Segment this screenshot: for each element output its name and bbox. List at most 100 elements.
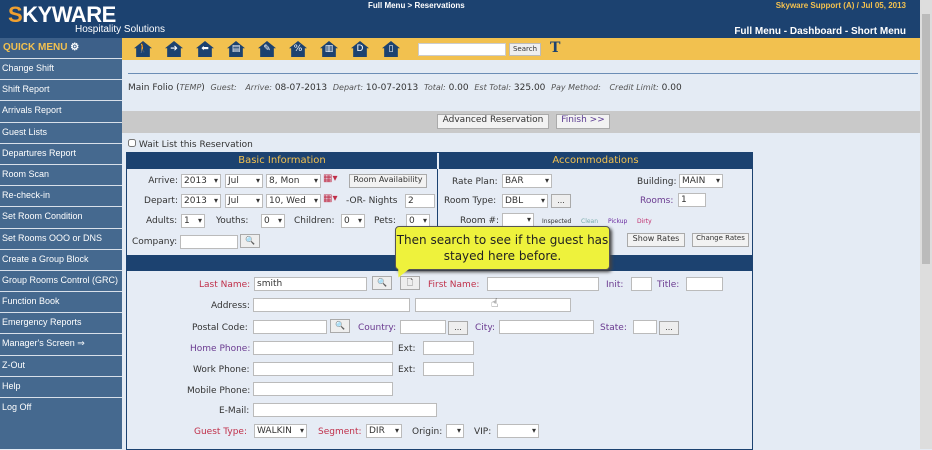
work-ext-input[interactable] [423, 362, 474, 376]
sidebar-item[interactable]: Function Book [0, 291, 122, 312]
sidebar-item[interactable]: Set Rooms OOO or DNS [0, 227, 122, 249]
arrive-year-select[interactable]: 2013 [181, 174, 221, 188]
est-total-label: Est Total: [474, 83, 512, 92]
last-name-input[interactable]: smith [254, 277, 367, 291]
show-rates-button[interactable]: Show Rates [627, 233, 685, 247]
list-house-icon[interactable]: ▤ [227, 41, 245, 57]
depart-year-select[interactable]: 2013 [181, 194, 221, 208]
nights-input[interactable]: 2 [405, 194, 435, 208]
room-availability-button[interactable]: Room Availability [349, 174, 427, 188]
text-size-icon[interactable]: T [550, 40, 560, 56]
vip-select[interactable] [497, 424, 539, 438]
arrive-day-select[interactable]: 8, Mon [266, 174, 321, 188]
finish-button[interactable]: Finish >> [556, 114, 610, 129]
arrival-house-icon[interactable]: ➔ [165, 41, 183, 57]
edit-house-icon[interactable]: ✎ [258, 41, 276, 57]
credit-limit-value: 0.00 [661, 83, 682, 93]
country-more-button[interactable]: ... [448, 321, 468, 335]
sidebar-item[interactable]: Manager's Screen ⇒ [0, 333, 122, 354]
init-input[interactable] [631, 277, 652, 291]
sidebar-item[interactable]: Shift Report [0, 79, 122, 100]
chart-house-icon[interactable]: ▥ [320, 41, 338, 57]
depart-month-select[interactable]: Jul [225, 194, 263, 208]
company-input[interactable] [180, 235, 238, 249]
sidebar-item[interactable]: Departures Report [0, 142, 122, 164]
country-label: Country: [358, 323, 397, 333]
work-phone-input[interactable] [253, 362, 393, 376]
first-name-input[interactable] [487, 277, 599, 291]
segment-label: Segment: [318, 427, 362, 437]
sidebar-item[interactable]: Log Off [0, 397, 122, 418]
calendar-icon[interactable]: ▦▾ [323, 193, 337, 204]
quick-menu-title[interactable]: QUICK MENU ⚙ [0, 38, 122, 58]
sidebar-item[interactable]: Emergency Reports [0, 312, 122, 333]
arrive-label: Arrive: [148, 176, 178, 186]
docs-house-icon[interactable]: ▯ [382, 41, 400, 57]
sidebar-item[interactable]: Z-Out [0, 354, 122, 376]
postal-code-input[interactable] [253, 320, 327, 334]
home-phone-input[interactable] [253, 341, 393, 355]
departure-house-icon[interactable]: ⬅ [196, 41, 214, 57]
state-input[interactable] [633, 320, 657, 334]
advanced-reservation-button[interactable]: Advanced Reservation [437, 114, 549, 129]
postal-search-icon[interactable]: 🔍 [330, 319, 350, 333]
room-type-more-button[interactable]: ... [551, 194, 571, 208]
adults-select[interactable]: 1 [181, 214, 205, 228]
calendar-icon[interactable]: ▦▾ [323, 173, 337, 184]
folio-label: Main Folio ( [128, 83, 180, 93]
toolbar-search-button[interactable]: Search [509, 43, 541, 56]
walk-in-house-icon[interactable]: 🚶 [134, 41, 152, 57]
arrive-label: Arrive: [245, 83, 272, 92]
guest-type-select[interactable]: WALKIN [254, 424, 307, 438]
sidebar-item[interactable]: Arrivals Report [0, 100, 122, 121]
rooms-input[interactable]: 1 [678, 193, 706, 207]
sidebar-item[interactable]: Re-check-in [0, 185, 122, 206]
depart-label: Depart: [332, 83, 364, 92]
percent-house-icon[interactable]: % [289, 41, 307, 57]
top-nav-links[interactable]: Full Menu - Dashboard - Short Menu [734, 26, 906, 37]
city-input[interactable] [499, 320, 594, 334]
rate-plan-select[interactable]: BAR [502, 174, 552, 188]
state-more-button[interactable]: ... [659, 321, 679, 335]
toolbar-search-input[interactable] [418, 43, 506, 56]
waitlist-checkbox[interactable] [128, 139, 136, 147]
scrollbar-thumb[interactable] [922, 14, 930, 264]
basic-info-header: Basic Information [127, 153, 437, 169]
change-rates-button[interactable]: Change Rates [692, 233, 749, 247]
sidebar-item[interactable]: Room Scan [0, 163, 122, 185]
room-type-select[interactable]: DBL [502, 194, 548, 208]
sidebar-item[interactable]: Group Rooms Control (GRC) [0, 269, 122, 291]
arrive-month-select[interactable]: Jul [225, 174, 263, 188]
children-select[interactable]: 0 [341, 214, 365, 228]
country-input[interactable] [400, 320, 446, 334]
room-number-select[interactable] [502, 213, 534, 227]
sidebar-item[interactable]: Guest Lists [0, 121, 122, 143]
youths-label: Youths: [216, 216, 249, 226]
home-phone-label: Home Phone: [190, 344, 251, 354]
title-input[interactable] [686, 277, 723, 291]
status-clean: Clean [581, 218, 599, 225]
sidebar-item[interactable]: Change Shift [0, 58, 122, 79]
pin-icon[interactable]: ⚙ [70, 42, 79, 53]
folio-paren: ) [201, 83, 205, 93]
d-house-icon[interactable]: D [351, 41, 369, 57]
mobile-phone-input[interactable] [253, 382, 393, 396]
home-ext-input[interactable] [423, 341, 474, 355]
segment-select[interactable]: DIR [366, 424, 402, 438]
last-name-label: Last Name: [199, 280, 251, 290]
youths-select[interactable]: 0 [261, 214, 285, 228]
sidebar-item[interactable]: Help [0, 375, 122, 397]
guest-search-icon[interactable]: 🔍 [372, 276, 392, 290]
email-input[interactable] [253, 403, 437, 417]
origin-select[interactable] [446, 424, 464, 438]
building-select[interactable]: MAIN [679, 174, 723, 188]
depart-day-select[interactable]: 10, Wed [266, 194, 321, 208]
sidebar-item[interactable]: Set Room Condition [0, 206, 122, 227]
origin-label: Origin: [412, 427, 443, 437]
address-label: Address: [211, 301, 250, 311]
sidebar-item[interactable]: Create a Group Block [0, 248, 122, 270]
address-input-1[interactable] [253, 298, 410, 312]
company-search-icon[interactable]: 🔍 [240, 234, 260, 248]
status-pickup: Pickup [608, 218, 628, 225]
children-label: Children: [294, 216, 335, 226]
